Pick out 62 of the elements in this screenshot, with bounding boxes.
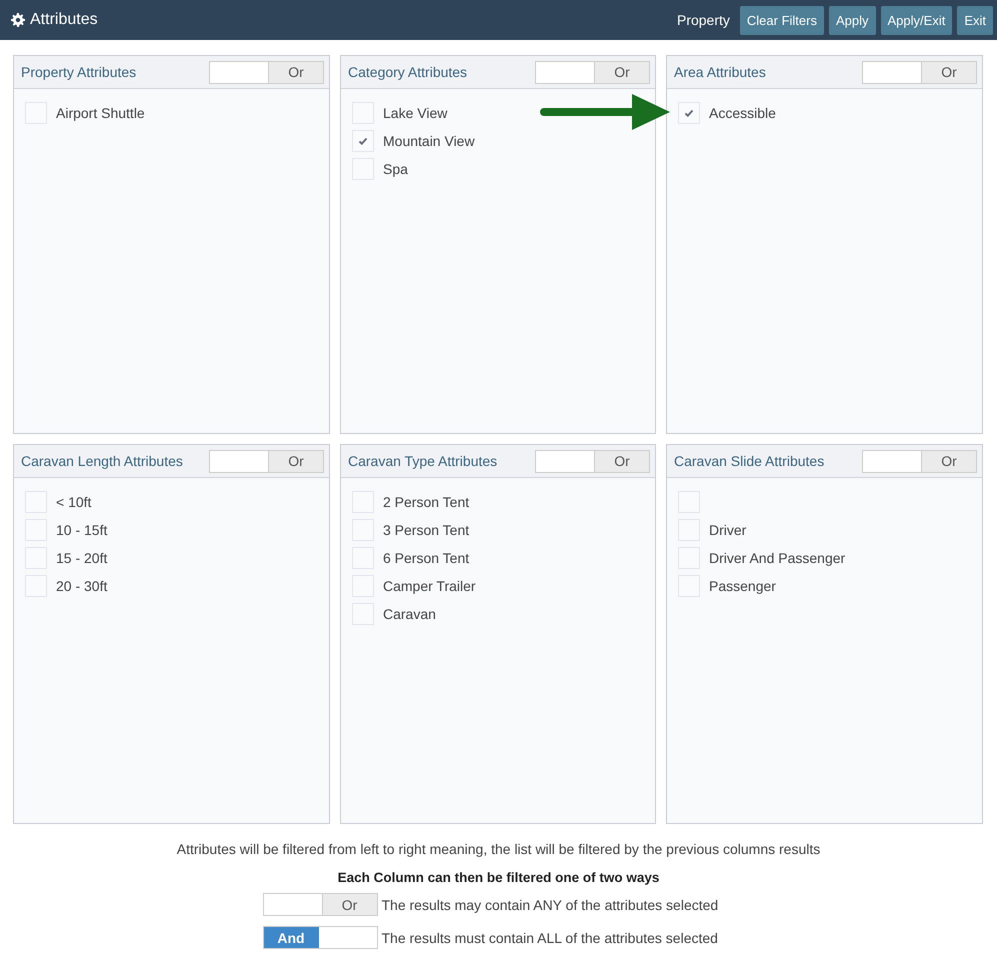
panel-title: Area Attributes <box>674 64 766 80</box>
panel-title: Caravan Slide Attributes <box>674 453 824 469</box>
checkbox[interactable] <box>352 547 374 569</box>
checkbox[interactable] <box>352 491 374 513</box>
checkbox[interactable] <box>25 547 47 569</box>
checkbox[interactable] <box>352 158 374 180</box>
panel-title: Property Attributes <box>21 64 136 80</box>
or-and-toggle[interactable]: Or <box>535 60 650 84</box>
attribute-label: < 10ft <box>56 494 92 510</box>
attribute-label: 15 - 20ft <box>56 550 108 566</box>
attribute-label: Airport Shuttle <box>56 105 145 121</box>
help-text: The results may contain ANY of the attributes selected <box>382 896 718 912</box>
attribute-label: Driver And Passenger <box>709 550 846 566</box>
or-and-toggle[interactable]: Or <box>209 450 324 472</box>
attribute-label: 3 Person Tent <box>383 522 470 538</box>
checkbox[interactable] <box>352 603 374 625</box>
checkbox[interactable] <box>25 519 47 541</box>
or-and-toggle[interactable]: Or <box>209 60 324 84</box>
checkbox[interactable] <box>678 575 700 597</box>
checkbox[interactable] <box>678 547 700 569</box>
checkbox[interactable] <box>678 519 700 541</box>
panel-title: Caravan Type Attributes <box>348 453 498 469</box>
checkmark-icon <box>684 108 694 118</box>
checkbox[interactable] <box>352 102 374 124</box>
or-and-toggle[interactable]: Or <box>862 60 977 84</box>
attribute-label: Spa <box>383 161 408 177</box>
attribute-label: 10 - 15ft <box>56 522 108 538</box>
checkbox[interactable] <box>678 491 700 513</box>
or-and-toggle[interactable]: Or <box>262 893 378 916</box>
attribute-label: Caravan <box>383 606 436 622</box>
attribute-label: Mountain View <box>383 133 475 149</box>
header-button[interactable]: Apply <box>828 6 876 34</box>
checkbox[interactable] <box>352 575 374 597</box>
attribute-label: 6 Person Tent <box>383 550 470 566</box>
page-title: Attributes <box>30 11 98 29</box>
checkbox[interactable] <box>25 491 47 513</box>
help-text: Attributes will be filtered from left to right meaning, the list will be filtered by the previous columns results <box>176 841 820 857</box>
checkbox[interactable] <box>25 102 47 124</box>
checkbox[interactable] <box>352 130 374 152</box>
attribute-label: Accessible <box>709 105 776 121</box>
checkbox[interactable] <box>352 519 374 541</box>
context-label: Property <box>676 12 730 28</box>
attribute-label: Lake View <box>383 105 448 121</box>
attribute-label: Camper Trailer <box>383 578 476 594</box>
settings-icon <box>11 13 25 27</box>
header-button[interactable]: Apply/Exit <box>880 6 952 34</box>
header-button[interactable]: Clear Filters <box>740 6 824 34</box>
checkbox[interactable] <box>25 575 47 597</box>
attribute-label: 2 Person Tent <box>383 494 470 510</box>
or-and-toggle[interactable]: And <box>262 926 378 949</box>
panel-title: Caravan Length Attributes <box>21 453 183 469</box>
checkbox[interactable] <box>678 102 700 124</box>
help-heading: Each Column can then be filtered one of two ways <box>338 870 660 885</box>
or-and-toggle[interactable]: Or <box>862 450 977 472</box>
attribute-label: Driver <box>709 522 746 538</box>
checkmark-icon <box>358 136 368 146</box>
or-and-toggle[interactable]: Or <box>535 450 650 472</box>
panel-title: Category Attributes <box>348 64 468 80</box>
header-button[interactable]: Exit <box>957 6 993 34</box>
help-text: The results must contain ALL of the attributes selected <box>382 930 718 946</box>
attribute-label: Passenger <box>709 578 776 594</box>
attribute-label: 20 - 30ft <box>56 578 108 594</box>
